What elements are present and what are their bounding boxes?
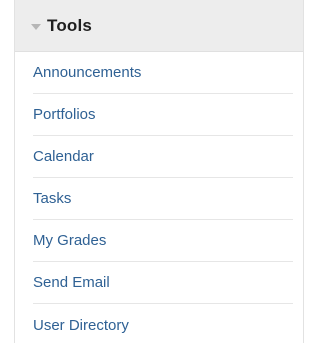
tool-item-send-email: Send Email (33, 262, 293, 304)
tasks-link[interactable]: Tasks (33, 190, 71, 207)
tools-panel-header[interactable]: Tools (15, 0, 303, 52)
tool-item-user-directory: User Directory (33, 304, 293, 346)
tool-item-my-grades: My Grades (33, 220, 293, 262)
tool-item-calendar: Calendar (33, 136, 293, 178)
announcements-link[interactable]: Announcements (33, 64, 141, 81)
user-directory-link[interactable]: User Directory (33, 317, 129, 334)
tool-item-tasks: Tasks (33, 178, 293, 220)
tool-item-announcements: Announcements (33, 52, 293, 94)
chevron-down-icon[interactable] (31, 23, 41, 30)
calendar-link[interactable]: Calendar (33, 148, 94, 165)
tool-list: Announcements Portfolios Calendar Tasks … (15, 52, 303, 346)
portfolios-link[interactable]: Portfolios (33, 106, 96, 123)
tool-item-portfolios: Portfolios (33, 94, 293, 136)
panel-title: Tools (47, 15, 93, 35)
my-grades-link[interactable]: My Grades (33, 232, 106, 249)
tools-panel: Tools Announcements Portfolios Calendar … (14, 0, 304, 343)
send-email-link[interactable]: Send Email (33, 274, 110, 291)
